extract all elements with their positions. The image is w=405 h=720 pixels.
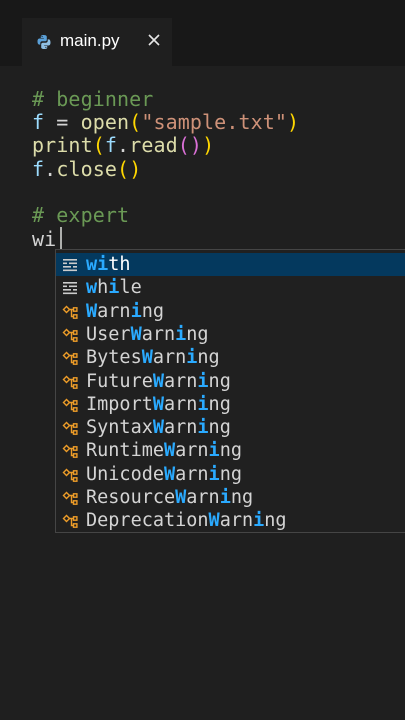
suggestion-widget[interactable]: with while Warning UserWarning BytesWarning F… (55, 249, 405, 533)
comment-beginner: # beginner (32, 87, 154, 111)
class-icon (61, 466, 79, 484)
suggestion-item[interactable]: ResourceWarning (56, 486, 405, 509)
suggestion-item[interactable]: UserWarning (56, 323, 405, 346)
code-line-close: f.close() (32, 157, 141, 181)
suggestion-label: DeprecationWarning (86, 510, 287, 532)
variable-f: f (32, 110, 45, 134)
suggestion-item[interactable]: SyntaxWarning (56, 416, 405, 439)
dot: . (117, 133, 130, 157)
keyword-icon (61, 279, 79, 297)
paren: ) (287, 110, 300, 134)
suggestion-label: with (86, 254, 131, 275)
text-cursor (60, 227, 62, 251)
suggestion-label: UnicodeWarning (86, 463, 242, 485)
method-read: read (129, 133, 178, 157)
keyword-icon (61, 256, 79, 274)
suggestion-item[interactable]: with (56, 253, 405, 277)
suggestion-label: SyntaxWarning (86, 417, 231, 439)
suggestion-label: while (86, 277, 142, 299)
class-icon (61, 326, 79, 344)
class-icon (61, 489, 79, 507)
paren: ( (92, 133, 105, 157)
suggestion-label: RuntimeWarning (86, 440, 242, 462)
suggestion-item[interactable]: RuntimeWarning (56, 439, 405, 462)
suggestion-item[interactable]: ImportWarning (56, 393, 405, 416)
suggestion-label: FutureWarning (86, 370, 231, 392)
tab-main-py[interactable]: main.py (22, 18, 172, 67)
suggestion-label: ResourceWarning (86, 487, 254, 508)
paren: ) (129, 157, 142, 181)
paren: ) (189, 133, 203, 157)
suggestion-label: BytesWarning (86, 347, 220, 369)
tab-bar: main.py (0, 0, 405, 67)
method-close: close (56, 157, 118, 181)
class-icon (61, 373, 79, 391)
dot: . (44, 157, 57, 181)
code-line-print: print(f.read()) (32, 133, 214, 157)
class-icon (61, 303, 79, 321)
suggestion-item[interactable]: FutureWarning (56, 370, 405, 393)
class-icon (61, 419, 79, 437)
class-icon (61, 396, 79, 414)
function-open: open (80, 110, 130, 134)
typed-text[interactable]: wi (32, 227, 56, 251)
class-icon (61, 512, 79, 530)
paren: ( (177, 133, 190, 157)
variable-f: f (104, 133, 118, 157)
tab-title: main.py (60, 31, 120, 50)
paren: ) (202, 133, 215, 157)
suggestion-item[interactable]: UnicodeWarning (56, 463, 405, 486)
suggestion-item[interactable]: BytesWarning (56, 346, 405, 369)
function-print: print (32, 133, 93, 157)
suggestion-label: UserWarning (86, 323, 209, 345)
suggestion-label: Warning (86, 300, 164, 322)
assign-operator: = (44, 110, 81, 134)
close-icon[interactable] (146, 32, 162, 48)
paren: ( (129, 110, 142, 134)
paren: ( (117, 157, 130, 181)
suggestion-item[interactable]: Warning (56, 300, 405, 323)
suggestion-label: ImportWarning (86, 393, 231, 415)
comment-expert: # expert (32, 203, 130, 227)
string-literal: "sample.txt" (141, 110, 288, 134)
code-line-open: f = open("sample.txt") (32, 110, 299, 134)
suggestion-item[interactable]: while (56, 276, 405, 299)
class-icon (61, 442, 79, 460)
class-icon (61, 349, 79, 367)
suggestion-item[interactable]: DeprecationWarning (56, 509, 405, 532)
python-icon (36, 34, 52, 50)
variable-f: f (32, 157, 45, 181)
